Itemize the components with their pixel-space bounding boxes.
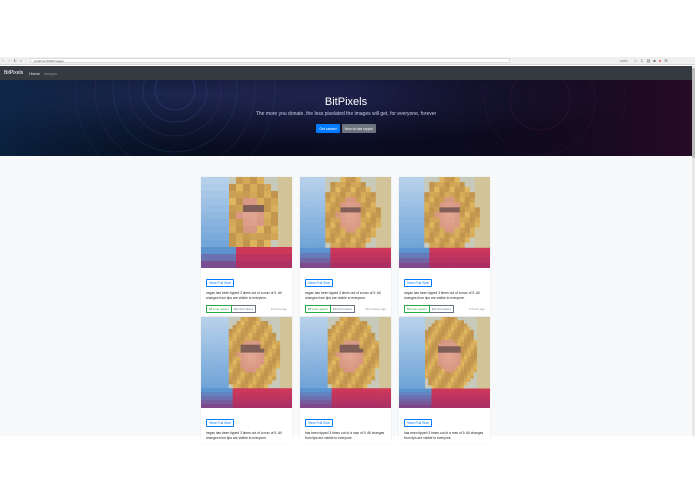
card-footer: $8 (one upper) $42 (full clear) 48 minut…: [305, 305, 386, 313]
tip-button-group: $8 (one upper) $42 (full clear): [305, 305, 355, 313]
hero-buttons: Get started How to use crypto: [0, 124, 692, 133]
hero-title: BitPixels: [324, 96, 368, 108]
tip-button-group: $8 (one upper) $42 (full clear): [404, 305, 454, 313]
image-card: View Full Size vegas has been tipped 3 t…: [201, 177, 292, 316]
bookmark-icon[interactable]: ☆: [634, 58, 638, 63]
app-navbar: BitPixels Home Images: [0, 66, 692, 80]
how-to-use-crypto-button[interactable]: How to use crypto: [341, 124, 376, 133]
zoom-level[interactable]: 100%: [620, 59, 628, 63]
pixelated-image[interactable]: [300, 317, 391, 408]
card-description: vegas has been tipped 3 times out of a m…: [206, 431, 282, 440]
nav-link-images[interactable]: Images: [44, 71, 57, 76]
tip-button-group: $8 (one upper) $42 (full clear): [206, 305, 256, 313]
navbar-brand[interactable]: BitPixels: [4, 70, 23, 76]
image-gallery: View Full Size vegas has been tipped 3 t…: [0, 156, 692, 443]
pixelated-image[interactable]: [399, 177, 490, 268]
home-icon[interactable]: ⌂: [18, 58, 24, 64]
view-full-size-button[interactable]: View Full Size: [206, 279, 234, 287]
card-timestamp: 2 hours ago: [469, 307, 485, 311]
url-text: localhost:3000/images: [34, 58, 64, 63]
image-card: View Full Size vegas has been tipped 3 t…: [399, 177, 490, 316]
pixelated-image[interactable]: [399, 317, 490, 408]
tip-full-clear-button[interactable]: $42 (full clear): [330, 305, 355, 313]
card-body: View Full Size has been tipped 3 times o…: [399, 408, 490, 443]
card-footer: $8 (one upper) $42 (full clear) 2 hours …: [404, 305, 485, 313]
toolbar-icons: ☆ ↧ ▤ ■ ● ☰: [634, 58, 668, 63]
card-footer: $8 (one upper) $42 (full clear) 8 hours …: [206, 305, 287, 313]
view-full-size-button[interactable]: View Full Size: [305, 419, 333, 427]
image-card: View Full Size has been tipped 3 times o…: [300, 317, 391, 443]
tip-one-upper-button[interactable]: $8 (one upper): [305, 305, 331, 313]
tip-one-upper-button[interactable]: $8 (one upper): [404, 305, 430, 313]
image-card: View Full Size has been tipped 3 times o…: [399, 317, 490, 443]
card-description: vegas has been tipped 3 times out of a m…: [206, 291, 282, 300]
notification-icon[interactable]: ●: [659, 58, 661, 63]
address-bar[interactable]: localhost:3000/images: [30, 58, 510, 63]
image-card: View Full Size vegas has been tipped 3 t…: [300, 177, 391, 316]
menu-icon[interactable]: ☰: [664, 58, 668, 63]
card-timestamp: 8 hours ago: [271, 307, 287, 311]
get-started-button[interactable]: Get started: [316, 124, 340, 133]
card-body: View Full Size vegas has been tipped 3 t…: [300, 268, 391, 316]
library-icon[interactable]: ▤: [647, 58, 651, 63]
card-body: View Full Size vegas has been tipped 3 t…: [399, 268, 490, 316]
page: ‹ › ↻ ⌂ localhost:3000/images 100% ☆ ↧ ▤…: [0, 0, 695, 494]
image-card: View Full Size vegas has been tipped 3 t…: [201, 317, 292, 443]
card-timestamp: 48 minutes ago: [365, 307, 386, 311]
view-full-size-button[interactable]: View Full Size: [404, 419, 432, 427]
card-description: has been tipped 3 times out of a max of …: [404, 431, 484, 440]
hero-subtitle: The more you donate, the less pixelated …: [255, 111, 437, 117]
tip-one-upper-button[interactable]: $8 (one upper): [206, 305, 232, 313]
tip-full-clear-button[interactable]: $42 (full clear): [231, 305, 256, 313]
view-full-size-button[interactable]: View Full Size: [206, 419, 234, 427]
view-full-size-button[interactable]: View Full Size: [404, 279, 432, 287]
nav-link-home[interactable]: Home: [29, 71, 40, 76]
pixelated-image[interactable]: [300, 177, 391, 268]
view-full-size-button[interactable]: View Full Size: [305, 279, 333, 287]
pixelated-image[interactable]: [201, 177, 292, 268]
card-description: has been tipped 3 times out of a max of …: [305, 431, 385, 440]
pixelated-image[interactable]: [201, 317, 292, 408]
hero-background-image: [0, 80, 692, 156]
extension-icon[interactable]: ■: [653, 58, 655, 63]
card-body: View Full Size vegas has been tipped 3 t…: [201, 408, 292, 443]
card-body: View Full Size has been tipped 3 times o…: [300, 408, 391, 443]
hero-banner: BitPixels The more you donate, the less …: [0, 80, 692, 156]
tip-full-clear-button[interactable]: $42 (full clear): [429, 305, 454, 313]
card-body: View Full Size vegas has been tipped 3 t…: [201, 268, 292, 316]
browser-toolbar: ‹ › ↻ ⌂ localhost:3000/images 100% ☆ ↧ ▤…: [0, 57, 695, 65]
card-description: vegas has been tipped 3 times out of a m…: [404, 291, 480, 300]
card-description: vegas has been tipped 3 times out of a m…: [305, 291, 381, 300]
download-icon[interactable]: ↧: [640, 58, 643, 63]
